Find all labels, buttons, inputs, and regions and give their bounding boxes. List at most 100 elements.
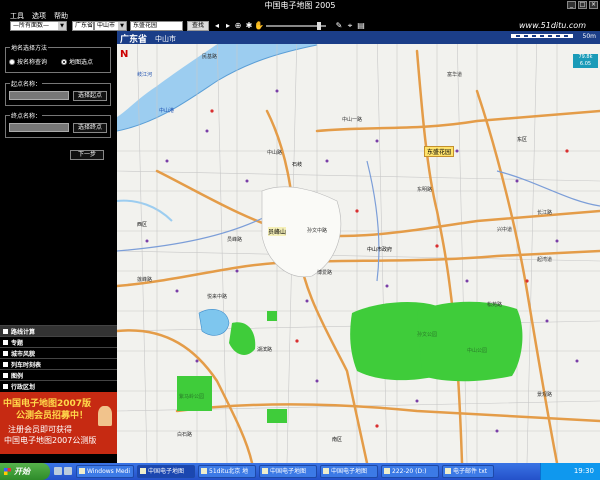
radio-by-map[interactable]: 地图选点 (61, 57, 93, 66)
menu-help[interactable]: 帮助 (54, 11, 68, 21)
search-result-marker[interactable]: 东盛花园 (424, 146, 455, 157)
radio-by-map-label: 地图选点 (69, 59, 94, 66)
map-province: 广东省 (120, 35, 148, 45)
menu-topics-label: 专题 (11, 339, 24, 347)
select-end-button[interactable]: 选择终点 (73, 123, 107, 133)
menu-options[interactable]: 选项 (32, 11, 46, 21)
radio-icon (9, 58, 15, 65)
map-label: 西区 (137, 222, 148, 228)
menu-admin-division[interactable]: 行政区划 (0, 380, 117, 391)
menu-train-schedule-label: 列车时刻表 (11, 361, 42, 369)
map-label: 南区 (332, 437, 343, 443)
province-select-value: 广东省 (75, 22, 94, 29)
measure-icon[interactable]: ⌖ (345, 21, 355, 31)
map-label: 松苑路 (487, 302, 503, 308)
method-group-title: 地名选择方法 (10, 43, 49, 52)
bullet-icon (3, 372, 8, 378)
task-map-app[interactable]: 中国电子地图 (137, 465, 195, 478)
task-map-3[interactable]: 中国电子地图 (320, 465, 378, 478)
promo-line-2: 公测会员招募中！ (16, 411, 89, 421)
map-label: 孙文公园 (417, 332, 438, 338)
chevron-down-icon: ▼ (58, 22, 66, 30)
quicklaunch-icon[interactable] (54, 467, 62, 475)
task-map-2[interactable]: 中国电子地图 (259, 465, 317, 478)
next-step-button[interactable]: 下一步 (70, 150, 104, 160)
map-label: 悦来中路 (207, 294, 228, 300)
system-tray: 19:30 (540, 463, 600, 480)
end-field[interactable] (9, 123, 69, 132)
pen-icon[interactable]: ✎ (334, 21, 344, 31)
nav-forward-icon[interactable]: ▸ (223, 21, 233, 31)
overview-widget[interactable]: 79.8k 6.05 (573, 54, 598, 68)
menu-admin-division-label: 行政区划 (11, 383, 36, 391)
task-51ditu[interactable]: 51ditu北京 地 (198, 465, 256, 478)
bullet-icon (3, 361, 8, 367)
menu-tools[interactable]: 工具 (10, 11, 24, 21)
print-icon[interactable]: ▤ (356, 21, 366, 31)
hand-pan-icon[interactable]: ✋ (254, 21, 264, 31)
scale-label: 50m (582, 33, 596, 40)
select-start-button[interactable]: 选择起点 (73, 91, 107, 101)
map-city: 中山市 (155, 35, 176, 43)
map-label: 景观路 (537, 392, 553, 398)
city-select[interactable]: 中山市 ▼ (94, 21, 127, 31)
map-label: 长江路 (537, 210, 553, 216)
scale-bar (511, 34, 573, 38)
map-label: 莲峰路 (137, 277, 153, 283)
province-select[interactable]: 广东省 (72, 21, 94, 31)
menu-route-calc[interactable]: 路线计算 (0, 325, 117, 336)
map-label: 起湾道 (537, 257, 553, 263)
task-drive[interactable]: 222-20 (D:) (381, 465, 439, 478)
city-select-value: 中山市 (97, 22, 116, 29)
promo-banner[interactable]: 中国电子地图2007版 公测会员招募中！ 注册会员即可获得 中国电子地图2007… (0, 392, 117, 454)
map-label: 东明路 (417, 187, 433, 193)
start-group-title: 起点名称： (10, 79, 43, 88)
chevron-down-icon: ▼ (118, 22, 126, 30)
search-input-value: 东盛花园 (133, 22, 158, 29)
bullet-icon (3, 339, 8, 345)
map-label: 东区 (517, 137, 528, 143)
map-label: 兴中道 (497, 227, 513, 233)
minimize-button[interactable]: _ (567, 1, 576, 9)
map-label: 中山港 (159, 108, 175, 114)
start-group: 起点名称： 选择起点 (5, 79, 111, 106)
nav-back-icon[interactable]: ◂ (212, 21, 222, 31)
map-label: 富华道 (447, 72, 463, 78)
menu-bar: 工具 选项 帮助 (0, 11, 600, 21)
map-label: 中山路 (267, 150, 283, 156)
radio-by-name-label: 按名称查询 (17, 59, 48, 66)
scope-select[interactable]: —所有面数— ▼ (10, 21, 67, 31)
task-media[interactable]: Windows Medi (76, 465, 134, 478)
search-input[interactable]: 东盛花园 (130, 21, 183, 31)
map-header: 广东省 中山市 50m (117, 31, 600, 45)
bullet-icon (3, 350, 8, 356)
site-url[interactable]: www.51ditu.com (519, 21, 586, 31)
menu-topics[interactable]: 专题 (0, 336, 117, 347)
start-button[interactable]: 开始 (0, 463, 50, 480)
map-label: 中山一路 (342, 117, 363, 123)
map-canvas[interactable]: 民基路 中山港 中山一路 富华道 孙文中路 兴中道 中山市政府 孙文公园 紫马岭… (117, 31, 600, 463)
map-label: 中山公园 (467, 348, 488, 354)
compass-icon: N (120, 49, 129, 60)
method-group: 地名选择方法 按名称查询 地图选点 (5, 43, 111, 73)
task-email[interactable]: 电子邮件 txt (442, 465, 494, 478)
maximize-button[interactable]: □ (578, 1, 587, 9)
quicklaunch-icon[interactable] (64, 467, 72, 475)
zoom-in-icon[interactable]: ⊕ (233, 21, 243, 31)
gear-icon[interactable]: ✱ (244, 21, 254, 31)
clock[interactable]: 19:30 (574, 467, 594, 475)
zoom-slider-handle[interactable] (317, 22, 321, 30)
search-button[interactable]: 查找 (187, 21, 209, 31)
bullet-icon (3, 383, 8, 389)
menu-route-calc-label: 路线计算 (11, 328, 36, 336)
promo-line-4: 中国电子地图2007公测版 (4, 436, 97, 445)
radio-by-name[interactable]: 按名称查询 (9, 57, 47, 66)
start-field[interactable] (9, 91, 69, 100)
menu-train-schedule[interactable]: 列车时刻表 (0, 358, 117, 369)
map-label: 湖滨路 (257, 347, 273, 353)
menu-legend[interactable]: 图例 (0, 369, 117, 380)
window-title: 中国电子地图 2005 (264, 1, 336, 10)
close-button[interactable]: × (589, 1, 598, 9)
menu-city-view[interactable]: 城市风貌 (0, 347, 117, 358)
map-label: 孙文中路 (307, 228, 328, 234)
